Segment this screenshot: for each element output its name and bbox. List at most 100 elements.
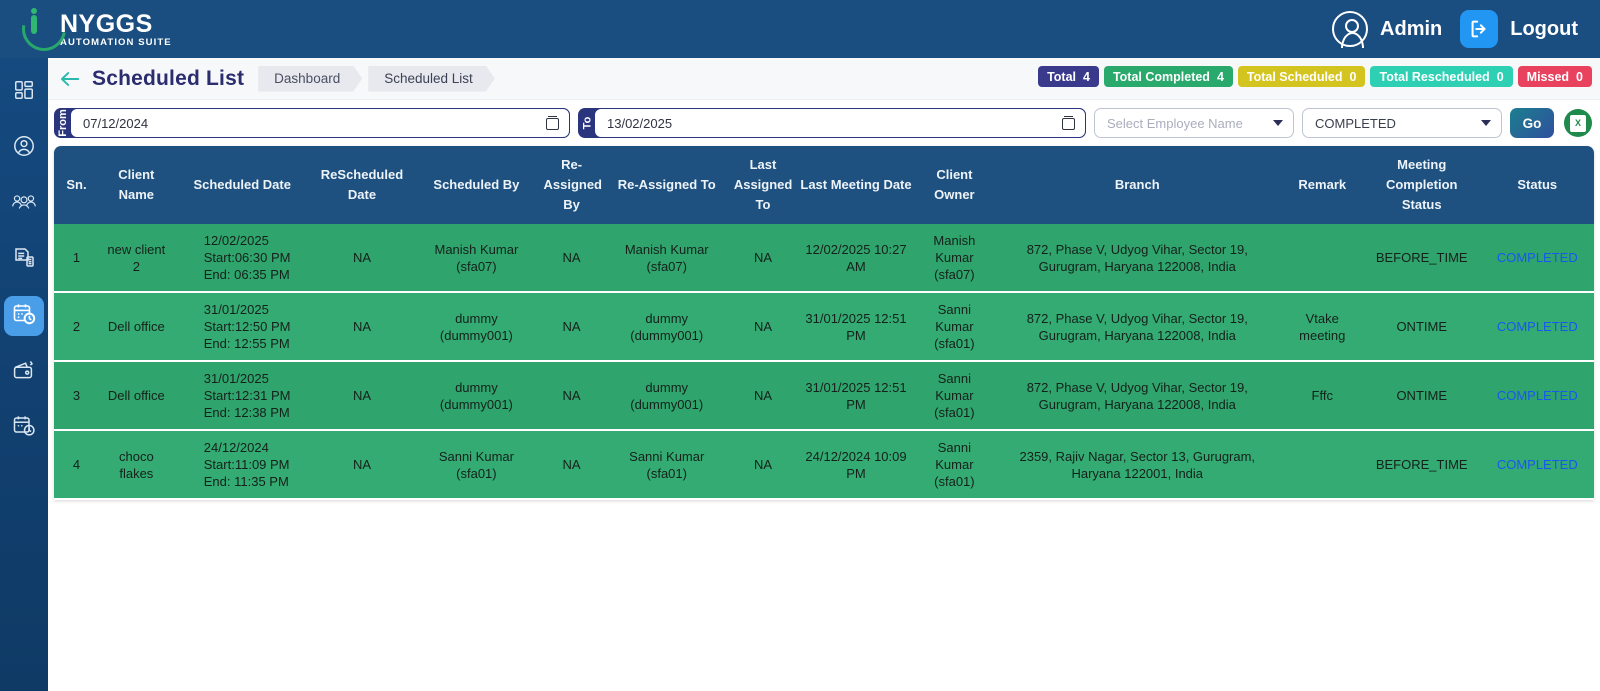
scheduled-date-end: End: 12:38 PM — [178, 404, 307, 421]
column-header-sn[interactable]: Sn. — [54, 146, 99, 224]
cell-client-name: Dell office — [99, 361, 174, 430]
excel-export-button[interactable]: X — [1564, 109, 1592, 137]
cell-branch: 2359, Rajiv Nagar, Sector 13, Gurugram, … — [993, 430, 1282, 499]
cell-scheduled-by: dummy (dummy001) — [413, 292, 539, 361]
cell-status[interactable]: COMPLETED — [1481, 224, 1594, 292]
column-header-scheduled-by[interactable]: Scheduled By — [413, 146, 539, 224]
column-header-last-meeting-date[interactable]: Last Meeting Date — [796, 146, 916, 224]
cell-scheduled-date: 12/02/2025 Start:06:30 PM End: 06:35 PM — [174, 224, 311, 292]
cell-last-assigned-to: NA — [730, 292, 796, 361]
status-select[interactable]: COMPLETED — [1302, 108, 1502, 138]
logout-button[interactable]: Logout — [1460, 10, 1578, 48]
sidebar-item-schedule-history[interactable] — [4, 408, 44, 448]
cell-sn: 3 — [54, 361, 99, 430]
badge-total-scheduled-count: 0 — [1350, 70, 1357, 84]
column-header-rescheduled-date[interactable]: ReScheduled Date — [311, 146, 414, 224]
cell-reassigned-to: dummy (dummy001) — [604, 292, 730, 361]
badge-total-rescheduled-count: 0 — [1497, 70, 1504, 84]
column-header-client-name[interactable]: Client Name — [99, 146, 174, 224]
cell-last-meeting-date: 31/01/2025 12:51 PM — [796, 292, 916, 361]
cell-status[interactable]: COMPLETED — [1481, 361, 1594, 430]
column-header-meeting-completion-status[interactable]: Meeting Completion Status — [1363, 146, 1481, 224]
cell-branch: 872, Phase V, Udyog Vihar, Sector 19, Gu… — [993, 361, 1282, 430]
cell-remark — [1282, 430, 1363, 499]
column-header-client-owner[interactable]: Client Owner — [916, 146, 993, 224]
back-arrow-icon[interactable] — [58, 67, 82, 91]
badge-total-count: 4 — [1083, 70, 1090, 84]
column-header-reassigned-to[interactable]: Re-Assigned To — [604, 146, 730, 224]
column-header-scheduled-date[interactable]: Scheduled Date — [174, 146, 311, 224]
cell-last-assigned-to: NA — [730, 430, 796, 499]
cell-reassigned-to: Manish Kumar (sfa07) — [604, 224, 730, 292]
badge-total-completed-label: Total Completed — [1113, 70, 1210, 84]
sidebar-item-scheduled-list[interactable] — [4, 296, 44, 336]
cell-last-assigned-to: NA — [730, 224, 796, 292]
table-row[interactable]: 2 Dell office 31/01/2025 Start:12:50 PM … — [54, 292, 1594, 361]
wallet-icon — [12, 358, 36, 387]
sidebar-item-team[interactable] — [4, 184, 44, 224]
column-header-branch[interactable]: Branch — [993, 146, 1282, 224]
sidebar-item-wallet[interactable] — [4, 352, 44, 392]
admin-user-button[interactable]: Admin — [1332, 11, 1442, 47]
badge-total-scheduled: Total Scheduled 0 — [1238, 66, 1366, 87]
page-content: Scheduled List Dashboard Scheduled List … — [48, 58, 1600, 691]
from-date-input[interactable]: 07/12/2024 — [70, 108, 570, 138]
scheduled-date-date: 31/01/2025 — [178, 370, 307, 387]
cell-scheduled-date: 31/01/2025 Start:12:31 PM End: 12:38 PM — [174, 361, 311, 430]
table-row[interactable]: 4 choco flakes 24/12/2024 Start:11:09 PM… — [54, 430, 1594, 499]
badge-total: Total 4 — [1038, 66, 1099, 87]
logout-label: Logout — [1510, 18, 1578, 41]
to-date-input[interactable]: 13/02/2025 — [594, 108, 1086, 138]
cell-client-owner: Sanni Kumar (sfa01) — [916, 292, 993, 361]
logout-icon — [1460, 10, 1498, 48]
cell-client-name: choco flakes — [99, 430, 174, 499]
cell-reassigned-by: NA — [539, 224, 603, 292]
badge-total-completed-count: 4 — [1217, 70, 1224, 84]
filter-bar: From 07/12/2024 To 13/02/2025 Select Emp… — [48, 102, 1600, 144]
brand-subtitle: AUTOMATION SUITE — [60, 37, 172, 49]
cell-rescheduled-date: NA — [311, 224, 414, 292]
scheduled-date-date: 24/12/2024 — [178, 439, 307, 456]
sidebar — [0, 58, 48, 691]
column-header-last-assigned-to[interactable]: Last Assigned To — [730, 146, 796, 224]
breadcrumb-item-scheduled-list[interactable]: Scheduled List — [368, 66, 495, 92]
sidebar-item-dashboard[interactable] — [4, 72, 44, 112]
cell-reassigned-by: NA — [539, 430, 603, 499]
table-row[interactable]: 3 Dell office 31/01/2025 Start:12:31 PM … — [54, 361, 1594, 430]
badge-total-rescheduled: Total Rescheduled 0 — [1370, 66, 1512, 87]
column-header-status[interactable]: Status — [1481, 146, 1594, 224]
scheduled-date-start: Start:12:50 PM — [178, 318, 307, 335]
cell-sn: 1 — [54, 224, 99, 292]
cell-sn: 4 — [54, 430, 99, 499]
cell-scheduled-date: 24/12/2024 Start:11:09 PM End: 11:35 PM — [174, 430, 311, 499]
to-date-value: 13/02/2025 — [607, 116, 672, 131]
status-select-value: COMPLETED — [1315, 116, 1396, 131]
cell-status[interactable]: COMPLETED — [1481, 430, 1594, 499]
scheduled-date-start: Start:12:31 PM — [178, 387, 307, 404]
sidebar-item-profile[interactable] — [4, 128, 44, 168]
scheduled-list-table: Sn. Client Name Scheduled Date ReSchedul… — [54, 146, 1594, 500]
nyggs-logo-icon — [18, 4, 76, 54]
badge-missed-count: 0 — [1576, 70, 1583, 84]
cell-client-owner: Manish Kumar (sfa07) — [916, 224, 993, 292]
chevron-down-icon — [1273, 120, 1283, 126]
table-row[interactable]: 1 new client 2 12/02/2025 Start:06:30 PM… — [54, 224, 1594, 292]
calendar-icon[interactable] — [546, 116, 559, 130]
column-header-remark[interactable]: Remark — [1282, 146, 1363, 224]
go-button[interactable]: Go — [1510, 108, 1554, 138]
sidebar-item-reports[interactable] — [4, 240, 44, 280]
user-circle-icon — [12, 134, 36, 163]
cell-scheduled-by: Manish Kumar (sfa07) — [413, 224, 539, 292]
breadcrumb-item-dashboard[interactable]: Dashboard — [258, 66, 362, 92]
badge-total-scheduled-label: Total Scheduled — [1247, 70, 1343, 84]
chevron-down-icon — [1481, 120, 1491, 126]
cell-status[interactable]: COMPLETED — [1481, 292, 1594, 361]
to-date-group: To 13/02/2025 — [578, 108, 1086, 138]
cell-scheduled-by: Sanni Kumar (sfa01) — [413, 430, 539, 499]
brand-logo[interactable]: NYGGS AUTOMATION SUITE — [18, 4, 172, 54]
employee-select[interactable]: Select Employee Name — [1094, 108, 1294, 138]
column-header-reassigned-by[interactable]: Re-Assigned By — [539, 146, 603, 224]
badge-missed: Missed 0 — [1518, 66, 1592, 87]
calendar-icon[interactable] — [1062, 116, 1075, 130]
cell-sn: 2 — [54, 292, 99, 361]
